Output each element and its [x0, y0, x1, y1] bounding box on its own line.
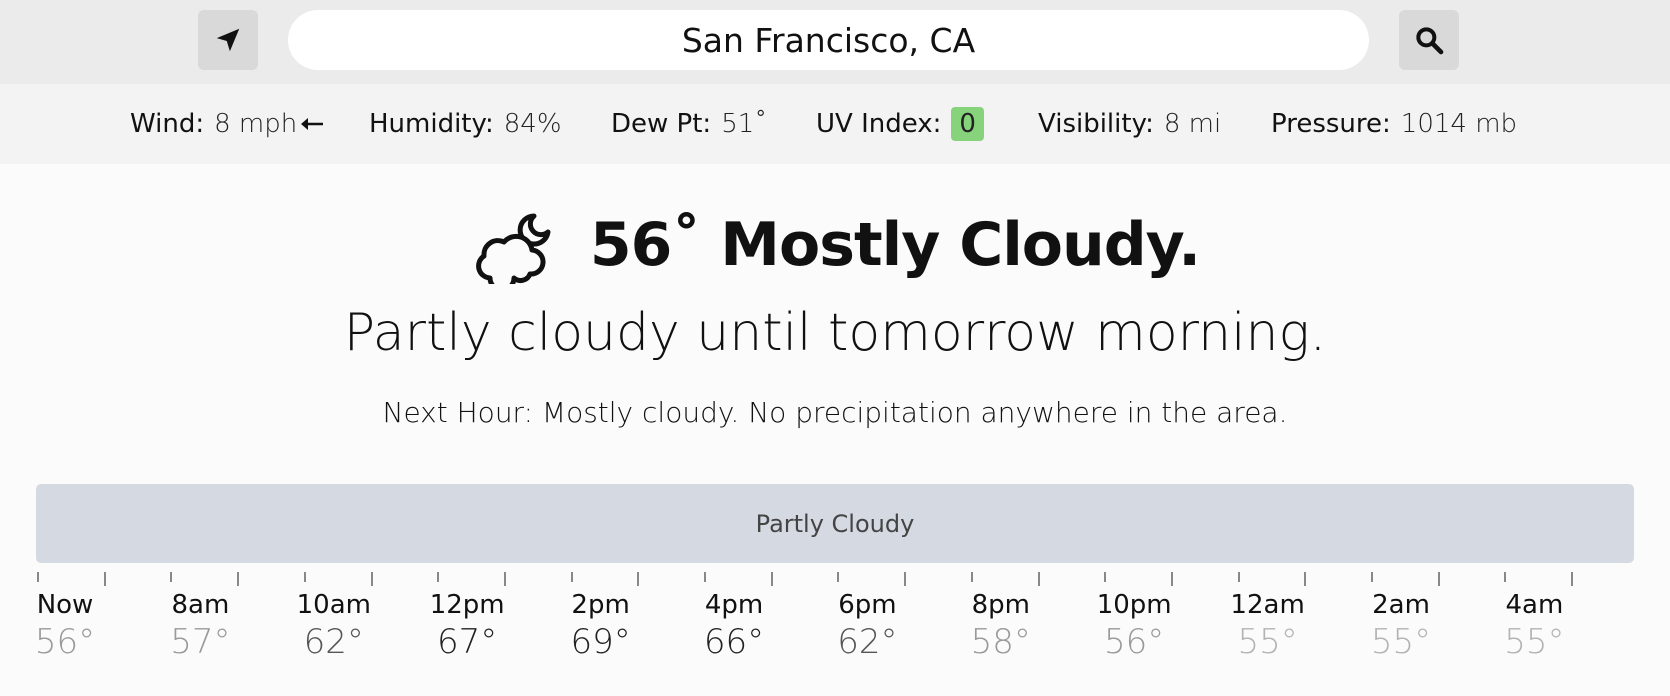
- hour-label: 2pm: [571, 590, 630, 620]
- hour-label: 10am: [296, 590, 371, 620]
- wind-value: 8 mph: [214, 109, 298, 139]
- dew-point-condition: Dew Pt: 51˚: [611, 102, 767, 146]
- timeline-tick: [437, 572, 440, 582]
- hour-label: 6pm: [838, 590, 897, 620]
- timeline-tick: [37, 572, 39, 582]
- hour-label: 8pm: [971, 590, 1030, 620]
- hour-item: 12am 55°: [1208, 590, 1328, 662]
- hour-item: 10am 62°: [274, 590, 394, 662]
- hourly-forecast: Now 56° 8am 57° 10am 62° 12pm 67° 2pm 69° 4pm 66° 6p…: [0, 590, 1670, 670]
- wind-label: Wind:: [130, 109, 205, 139]
- hour-temperature: 56°: [1104, 622, 1165, 662]
- hour-temperature: 55°: [1237, 622, 1298, 662]
- hour-temperature: 55°: [1504, 622, 1565, 662]
- hour-temperature: 66°: [703, 622, 765, 662]
- current-conditions: Wind: 8 mph Humidity: 84% Dew Pt: 51˚ UV…: [0, 84, 1670, 164]
- hour-label: 8am: [171, 590, 230, 620]
- hour-item: 10pm 56°: [1074, 590, 1194, 662]
- timeline-tick: [637, 572, 640, 586]
- timeline-tick: [1170, 572, 1173, 586]
- humidity-label: Humidity:: [369, 109, 494, 139]
- search-button[interactable]: [1399, 10, 1459, 70]
- hour-item: 8pm 58°: [941, 590, 1061, 662]
- timeline-tick: [1104, 572, 1107, 582]
- timeline-tick: [904, 572, 907, 586]
- timeline-tick: [570, 572, 573, 582]
- next-hour-summary: Next Hour: Mostly cloudy. No precipitati…: [382, 396, 1288, 429]
- timeline-tick: [1304, 572, 1307, 586]
- navigation-arrow-icon: [216, 28, 240, 52]
- arrow-left-icon: [301, 118, 324, 130]
- hour-temperature: 67°: [437, 622, 498, 662]
- hour-label: 4am: [1505, 590, 1564, 620]
- hour-item: 8am 57°: [140, 590, 260, 662]
- timeline-tick: [1037, 572, 1040, 586]
- hour-temperature: 55°: [1370, 622, 1432, 662]
- summary-subtitle: Partly cloudy until tomorrow morning.: [343, 303, 1327, 363]
- timeline-tick: [1237, 572, 1240, 582]
- wind-condition: Wind: 8 mph: [130, 102, 325, 146]
- location-search-input[interactable]: [288, 10, 1369, 70]
- dew-point-label: Dew Pt:: [611, 109, 712, 139]
- timeline-bar-label: Partly Cloudy: [755, 509, 915, 538]
- timeline-tick: [503, 572, 506, 586]
- hour-item: 2am 55°: [1341, 590, 1461, 662]
- hour-item: Now 56°: [5, 590, 125, 662]
- timeline-tick: [770, 572, 773, 586]
- hour-item: 4pm 66°: [674, 590, 794, 662]
- timeline-tick: [837, 572, 840, 582]
- uv-index-badge: 0: [951, 107, 984, 141]
- hour-label: 4pm: [704, 590, 764, 620]
- pressure-condition: Pressure: 1014 mb: [1271, 102, 1517, 146]
- hour-label: 2am: [1372, 590, 1430, 620]
- humidity-value: 84%: [503, 109, 562, 139]
- timeline-tick: [1437, 572, 1440, 586]
- hour-item: 4am 55°: [1474, 590, 1594, 662]
- hour-temperature: 62°: [303, 622, 364, 662]
- humidity-condition: Humidity: 84%: [369, 102, 562, 146]
- visibility-condition: Visibility: 8 mi: [1038, 102, 1221, 146]
- current-summary: 56˚ Mostly Cloudy.: [0, 200, 1670, 290]
- hour-item: 2pm 69°: [541, 590, 661, 662]
- hour-label: 12am: [1230, 590, 1305, 620]
- hour-label: 12pm: [429, 590, 505, 620]
- magnifier-icon: [1416, 27, 1444, 55]
- hour-temperature: 62°: [837, 622, 898, 662]
- timeline-ticks: [0, 572, 1670, 588]
- timeline-tick: [704, 572, 706, 582]
- hour-temperature: 69°: [570, 622, 631, 662]
- hour-label: Now: [36, 590, 94, 620]
- timeline-tick: [970, 572, 973, 582]
- summary-title: 56˚ Mostly Cloudy.: [589, 210, 1201, 280]
- partly-cloudy-night-icon: [476, 213, 551, 284]
- timeline-tick: [1504, 572, 1507, 582]
- hour-temperature: 56°: [34, 622, 96, 662]
- timeline-tick: [237, 572, 240, 586]
- pressure-label: Pressure:: [1271, 109, 1391, 139]
- timeline-tick: [303, 572, 306, 582]
- hour-temperature: 58°: [970, 622, 1031, 662]
- timeline-tick: [103, 572, 106, 586]
- hour-label: 10pm: [1096, 590, 1172, 620]
- hour-temperature: 57°: [170, 622, 231, 662]
- timeline-tick: [1571, 572, 1574, 586]
- timeline-tick: [170, 572, 173, 582]
- pressure-value: 1014 mb: [1400, 109, 1518, 139]
- timeline-tick: [370, 572, 373, 586]
- uv-index-label: UV Index:: [816, 109, 942, 139]
- current-location-button[interactable]: [198, 10, 258, 70]
- hour-item: 6pm 62°: [807, 590, 927, 662]
- search-bar: [0, 0, 1670, 84]
- dew-point-value: 51˚: [721, 109, 768, 139]
- timeline-tick: [1371, 572, 1373, 582]
- visibility-label: Visibility:: [1038, 109, 1154, 139]
- uv-index-condition: UV Index: 0: [816, 102, 984, 146]
- visibility-value: 8 mi: [1163, 109, 1222, 139]
- hour-item: 12pm 67°: [407, 590, 527, 662]
- timeline-condition-bar[interactable]: Partly Cloudy: [36, 484, 1634, 563]
